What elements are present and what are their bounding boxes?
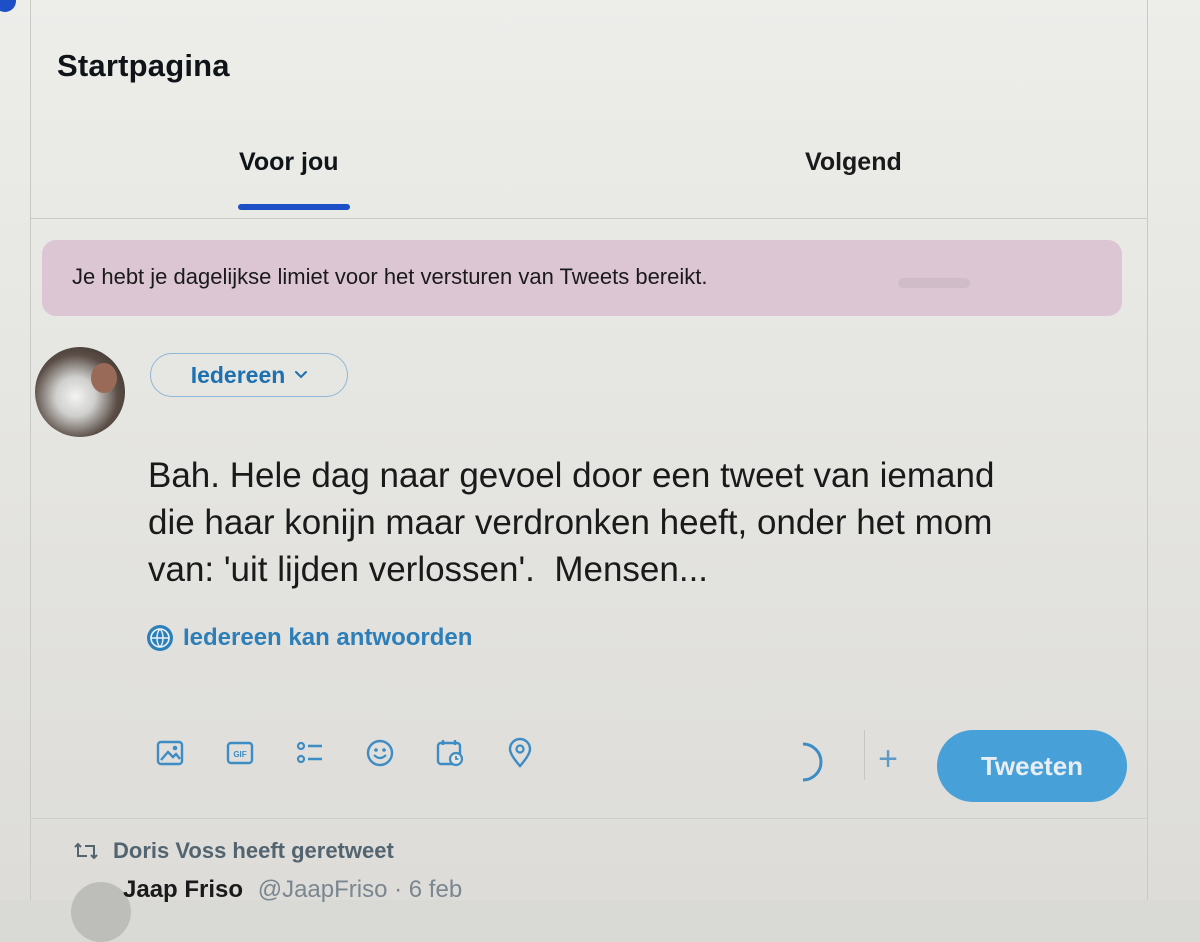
emoji-icon[interactable] [345, 730, 415, 776]
page-title: Startpagina [57, 48, 230, 83]
audience-selector[interactable]: Iedereen [150, 353, 348, 397]
avatar-face [91, 363, 117, 393]
retweet-context[interactable]: Doris Voss heeft geretweet [73, 838, 394, 864]
limit-warning-text: Je hebt je dagelijkse limiet voor het ve… [72, 264, 708, 289]
location-icon[interactable] [485, 730, 555, 776]
composer-toolbar: GIF [135, 730, 555, 776]
retweet-icon [74, 842, 98, 860]
tab-voor-jou[interactable]: Voor jou [239, 148, 339, 177]
svg-text:GIF: GIF [233, 750, 246, 759]
poll-icon[interactable] [275, 730, 345, 776]
composer-divider [31, 818, 1147, 819]
active-tab-indicator [238, 204, 350, 210]
banner-faded-mark [898, 278, 970, 288]
screen: Startpagina Voor jou Volgend Je hebt je … [0, 0, 1200, 942]
retweet-label: Doris Voss heeft geretweet [113, 838, 394, 863]
avatar[interactable] [35, 347, 125, 437]
tab-volgend[interactable]: Volgend [805, 148, 902, 177]
add-tweet-icon[interactable]: + [871, 742, 905, 776]
tweet-button[interactable]: Tweeten [937, 730, 1127, 802]
schedule-icon[interactable] [415, 730, 485, 776]
image-icon[interactable] [135, 730, 205, 776]
timeline-column: Startpagina Voor jou Volgend Je hebt je … [30, 0, 1148, 942]
reply-setting-button[interactable]: Iedereen kan antwoorden [147, 624, 472, 652]
character-count-ring [802, 742, 823, 782]
compose-textarea[interactable]: Bah. Hele dag naar gevoel door een tweet… [148, 452, 1138, 593]
reply-setting-label: Iedereen kan antwoorden [183, 624, 473, 651]
audience-label: Iedereen [190, 361, 286, 388]
globe-icon [147, 625, 173, 651]
app-icon [0, 0, 16, 12]
tweet-author-handle[interactable]: @JaapFriso · 6 feb [258, 876, 462, 903]
avatar[interactable] [71, 882, 131, 942]
chevron-down-icon [295, 371, 308, 379]
timeline-tabs: Voor jou Volgend [31, 120, 1147, 219]
tweet-author-name[interactable]: Jaap Friso [123, 876, 243, 903]
gif-icon[interactable]: GIF [205, 730, 275, 776]
limit-warning-banner: Je hebt je dagelijkse limiet voor het ve… [42, 240, 1122, 316]
toolbar-divider [864, 730, 865, 780]
